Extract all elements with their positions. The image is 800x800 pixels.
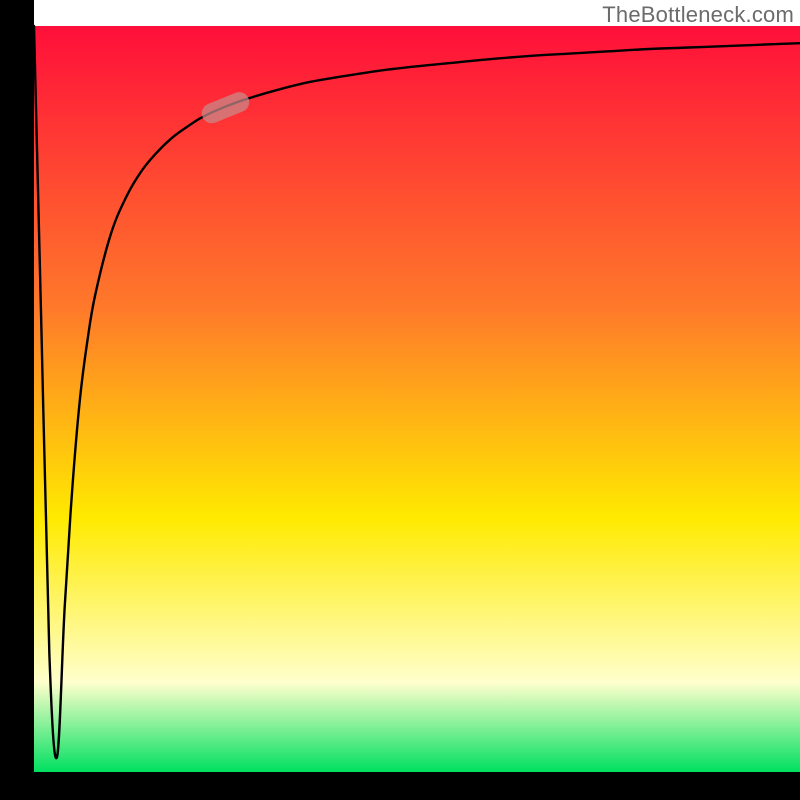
plot-background <box>34 26 800 772</box>
x-axis-bar <box>0 772 800 800</box>
watermark-text: TheBottleneck.com <box>602 2 794 28</box>
bottleneck-chart <box>0 0 800 800</box>
chart-container: TheBottleneck.com <box>0 0 800 800</box>
y-axis-bar <box>0 0 34 800</box>
